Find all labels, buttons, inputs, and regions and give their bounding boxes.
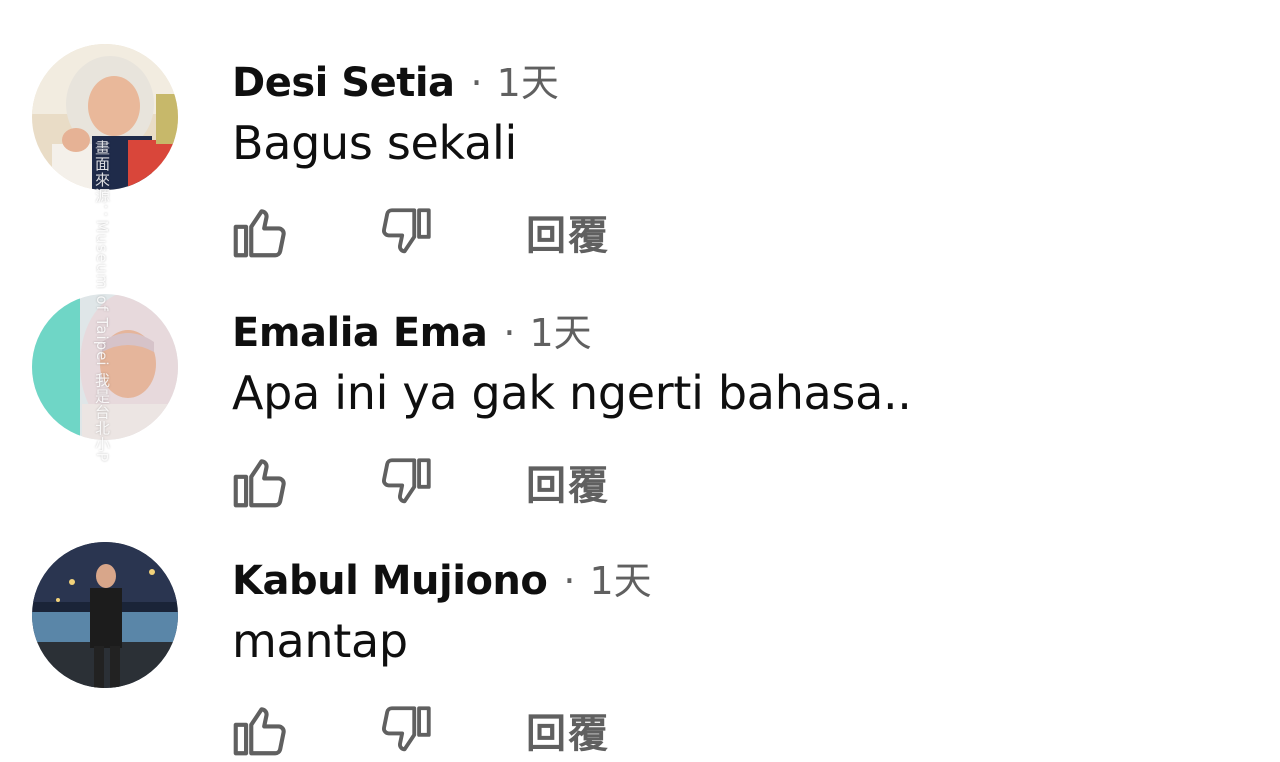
dislike-button[interactable] xyxy=(378,698,436,762)
comment-item: Emalia Ema · 1天 Apa ini ya gak ngerti ba… xyxy=(0,250,1280,509)
author-name[interactable]: Kabul Mujiono xyxy=(232,558,548,604)
comment-header: Kabul Mujiono · 1天 xyxy=(232,550,652,606)
comment-header: Desi Setia · 1天 xyxy=(232,52,559,108)
comment-header: Emalia Ema · 1天 xyxy=(232,302,592,358)
separator-dot: · xyxy=(563,559,576,603)
thumbs-down-icon xyxy=(382,706,431,752)
avatar-photo-icon xyxy=(32,542,178,688)
like-button[interactable] xyxy=(228,698,290,762)
avatar[interactable] xyxy=(32,542,178,688)
comment-text: Apa ini ya gak ngerti bahasa.. xyxy=(232,366,912,420)
comment-text: mantap xyxy=(232,614,408,668)
source-watermark: 畫面來源：Museum of Taipei 我是台北小P xyxy=(93,140,111,463)
comment-timestamp[interactable]: 1天 xyxy=(529,302,591,357)
comment-item: Desi Setia · 1天 Bagus sekali 回覆 xyxy=(0,0,1280,259)
comment-text: Bagus sekali xyxy=(232,116,517,170)
comment-item: Kabul Mujiono · 1天 mantap 回覆 xyxy=(0,498,1280,757)
separator-dot: · xyxy=(503,311,516,355)
comment-timestamp[interactable]: 1天 xyxy=(589,550,651,605)
thumbs-up-icon xyxy=(233,707,286,756)
author-name[interactable]: Desi Setia xyxy=(232,60,455,106)
author-name[interactable]: Emalia Ema xyxy=(232,310,488,356)
comment-timestamp[interactable]: 1天 xyxy=(497,52,559,107)
separator-dot: · xyxy=(470,61,483,105)
reply-button[interactable]: 回覆 xyxy=(526,698,610,762)
